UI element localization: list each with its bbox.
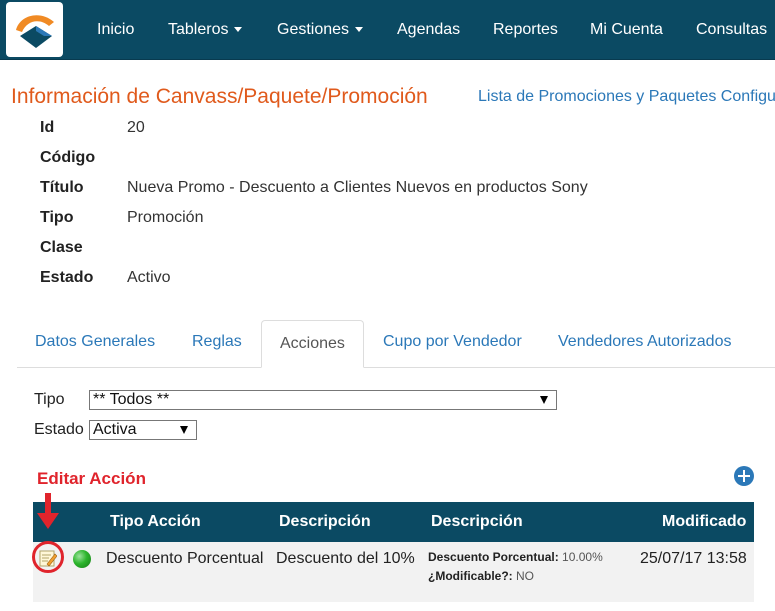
- th-modificado: Modificado: [662, 513, 747, 530]
- detail-label-estado: Estado: [40, 269, 94, 286]
- app-logo[interactable]: [6, 2, 63, 57]
- nav-tableros[interactable]: Tableros: [168, 0, 243, 60]
- cell-tipo-accion: Descuento Porcentual: [106, 550, 264, 567]
- tipo-filter-label: Tipo: [34, 391, 65, 408]
- detail-value-id: 20: [127, 119, 145, 136]
- detail-value-modificable: NO: [516, 569, 535, 583]
- detail-key-modificable: ¿Modificable?:: [428, 569, 513, 583]
- nav-agendas-label: Agendas: [397, 21, 461, 38]
- nav-mi-cuenta-label: Mi Cuenta: [590, 21, 663, 38]
- detail-label-titulo: Título: [40, 179, 84, 196]
- dropdown-arrow-icon: [540, 396, 548, 404]
- add-action-icon[interactable]: [734, 466, 754, 486]
- th-tipo-accion: Tipo Acción: [110, 513, 201, 530]
- navbar: Inicio Tableros Gestiones Agendas Report…: [0, 0, 775, 60]
- detail-value-tipo: Promoción: [127, 209, 204, 226]
- dropdown-arrow-icon: [180, 426, 188, 434]
- estado-filter-label: Estado: [34, 421, 84, 438]
- detail-key-descuento: Descuento Porcentual:: [428, 550, 559, 564]
- detail-label-tipo: Tipo: [40, 209, 74, 226]
- tab-vendedores-autorizados[interactable]: Vendedores Autorizados: [558, 333, 731, 351]
- tabs-divider: [17, 367, 775, 368]
- detail-label-id: Id: [40, 119, 55, 136]
- nav-gestiones-label: Gestiones: [277, 21, 350, 38]
- estado-select[interactable]: Activa: [89, 420, 197, 440]
- detail-value-descuento: 10.00%: [562, 550, 603, 564]
- status-active-icon: [73, 550, 91, 568]
- th-descripcion: Descripción: [279, 513, 371, 530]
- nav-reportes-label: Reportes: [493, 21, 558, 38]
- promotions-list-link[interactable]: Lista de Promociones y Paquetes Configur: [478, 88, 775, 106]
- caret-down-icon: [355, 27, 364, 33]
- page-title: Información de Canvass/Paquete/Promoción: [11, 85, 428, 108]
- nav-consultas[interactable]: Consultas: [696, 0, 767, 60]
- nav-mi-cuenta[interactable]: Mi Cuenta: [590, 0, 663, 60]
- cell-descripcion: Descuento del 10%: [276, 550, 415, 567]
- cell-modificado: 25/07/17 13:58: [640, 550, 747, 567]
- tipo-select[interactable]: ** Todos **: [89, 390, 557, 410]
- nav-tableros-label: Tableros: [168, 21, 229, 38]
- tipo-select-value: ** Todos **: [93, 391, 170, 408]
- tab-datos-generales[interactable]: Datos Generales: [35, 333, 155, 351]
- detail-value-estado: Activo: [127, 269, 171, 286]
- detail-value-titulo: Nueva Promo - Descuento a Clientes Nuevo…: [127, 179, 588, 196]
- cell-detalle-line-1: Descuento Porcentual: 10.00%: [428, 550, 603, 564]
- estado-select-value: Activa: [93, 421, 137, 438]
- nav-inicio[interactable]: Inicio: [97, 0, 134, 60]
- nav-gestiones[interactable]: Gestiones: [277, 0, 364, 60]
- section-title: Editar Acción: [37, 469, 146, 488]
- tab-reglas[interactable]: Reglas: [192, 333, 242, 351]
- tab-acciones[interactable]: Acciones: [280, 335, 345, 353]
- caret-down-icon: [234, 27, 243, 33]
- tab-cupo-por-vendedor[interactable]: Cupo por Vendedor: [383, 333, 522, 351]
- detail-label-clase: Clase: [40, 239, 83, 256]
- nav-inicio-label: Inicio: [97, 21, 135, 38]
- nav-agendas[interactable]: Agendas: [397, 0, 460, 60]
- nav-consultas-label: Consultas: [696, 21, 768, 38]
- cell-detalle-line-2: ¿Modificable?: NO: [428, 569, 534, 583]
- table-row: Descuento Porcentual Descuento del 10% D…: [33, 542, 754, 602]
- red-arrow-annotation-icon: [37, 493, 59, 529]
- nav-reportes[interactable]: Reportes: [493, 0, 558, 60]
- th-descripcion-detalle: Descripción: [431, 513, 523, 530]
- red-circle-annotation: [32, 541, 64, 573]
- logo-icon: [16, 15, 54, 48]
- table-header: Tipo Acción Descripción Descripción Modi…: [33, 502, 754, 542]
- detail-label-codigo: Código: [40, 149, 96, 166]
